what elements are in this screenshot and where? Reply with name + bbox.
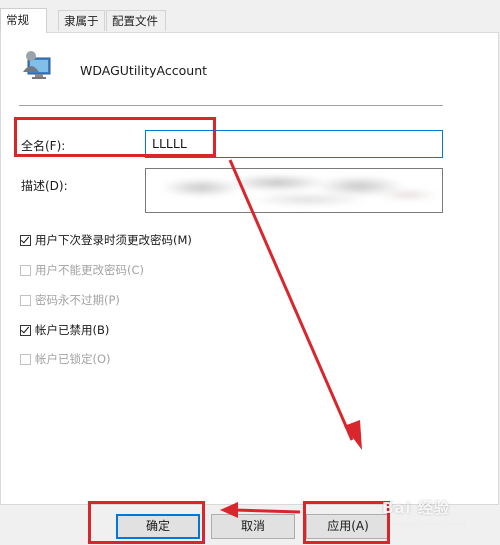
annotation-arrows bbox=[220, 159, 362, 518]
baidu-watermark: Bai 经验 bbox=[382, 499, 450, 517]
annotation-arrowhead-left bbox=[220, 502, 238, 518]
tab-general[interactable]: 常规 bbox=[0, 8, 47, 33]
annotation-arrow-down bbox=[228, 159, 354, 441]
baidu-watermark-url: jingyan.baidu.com bbox=[392, 520, 466, 529]
annotation-arrow-left bbox=[234, 508, 301, 514]
